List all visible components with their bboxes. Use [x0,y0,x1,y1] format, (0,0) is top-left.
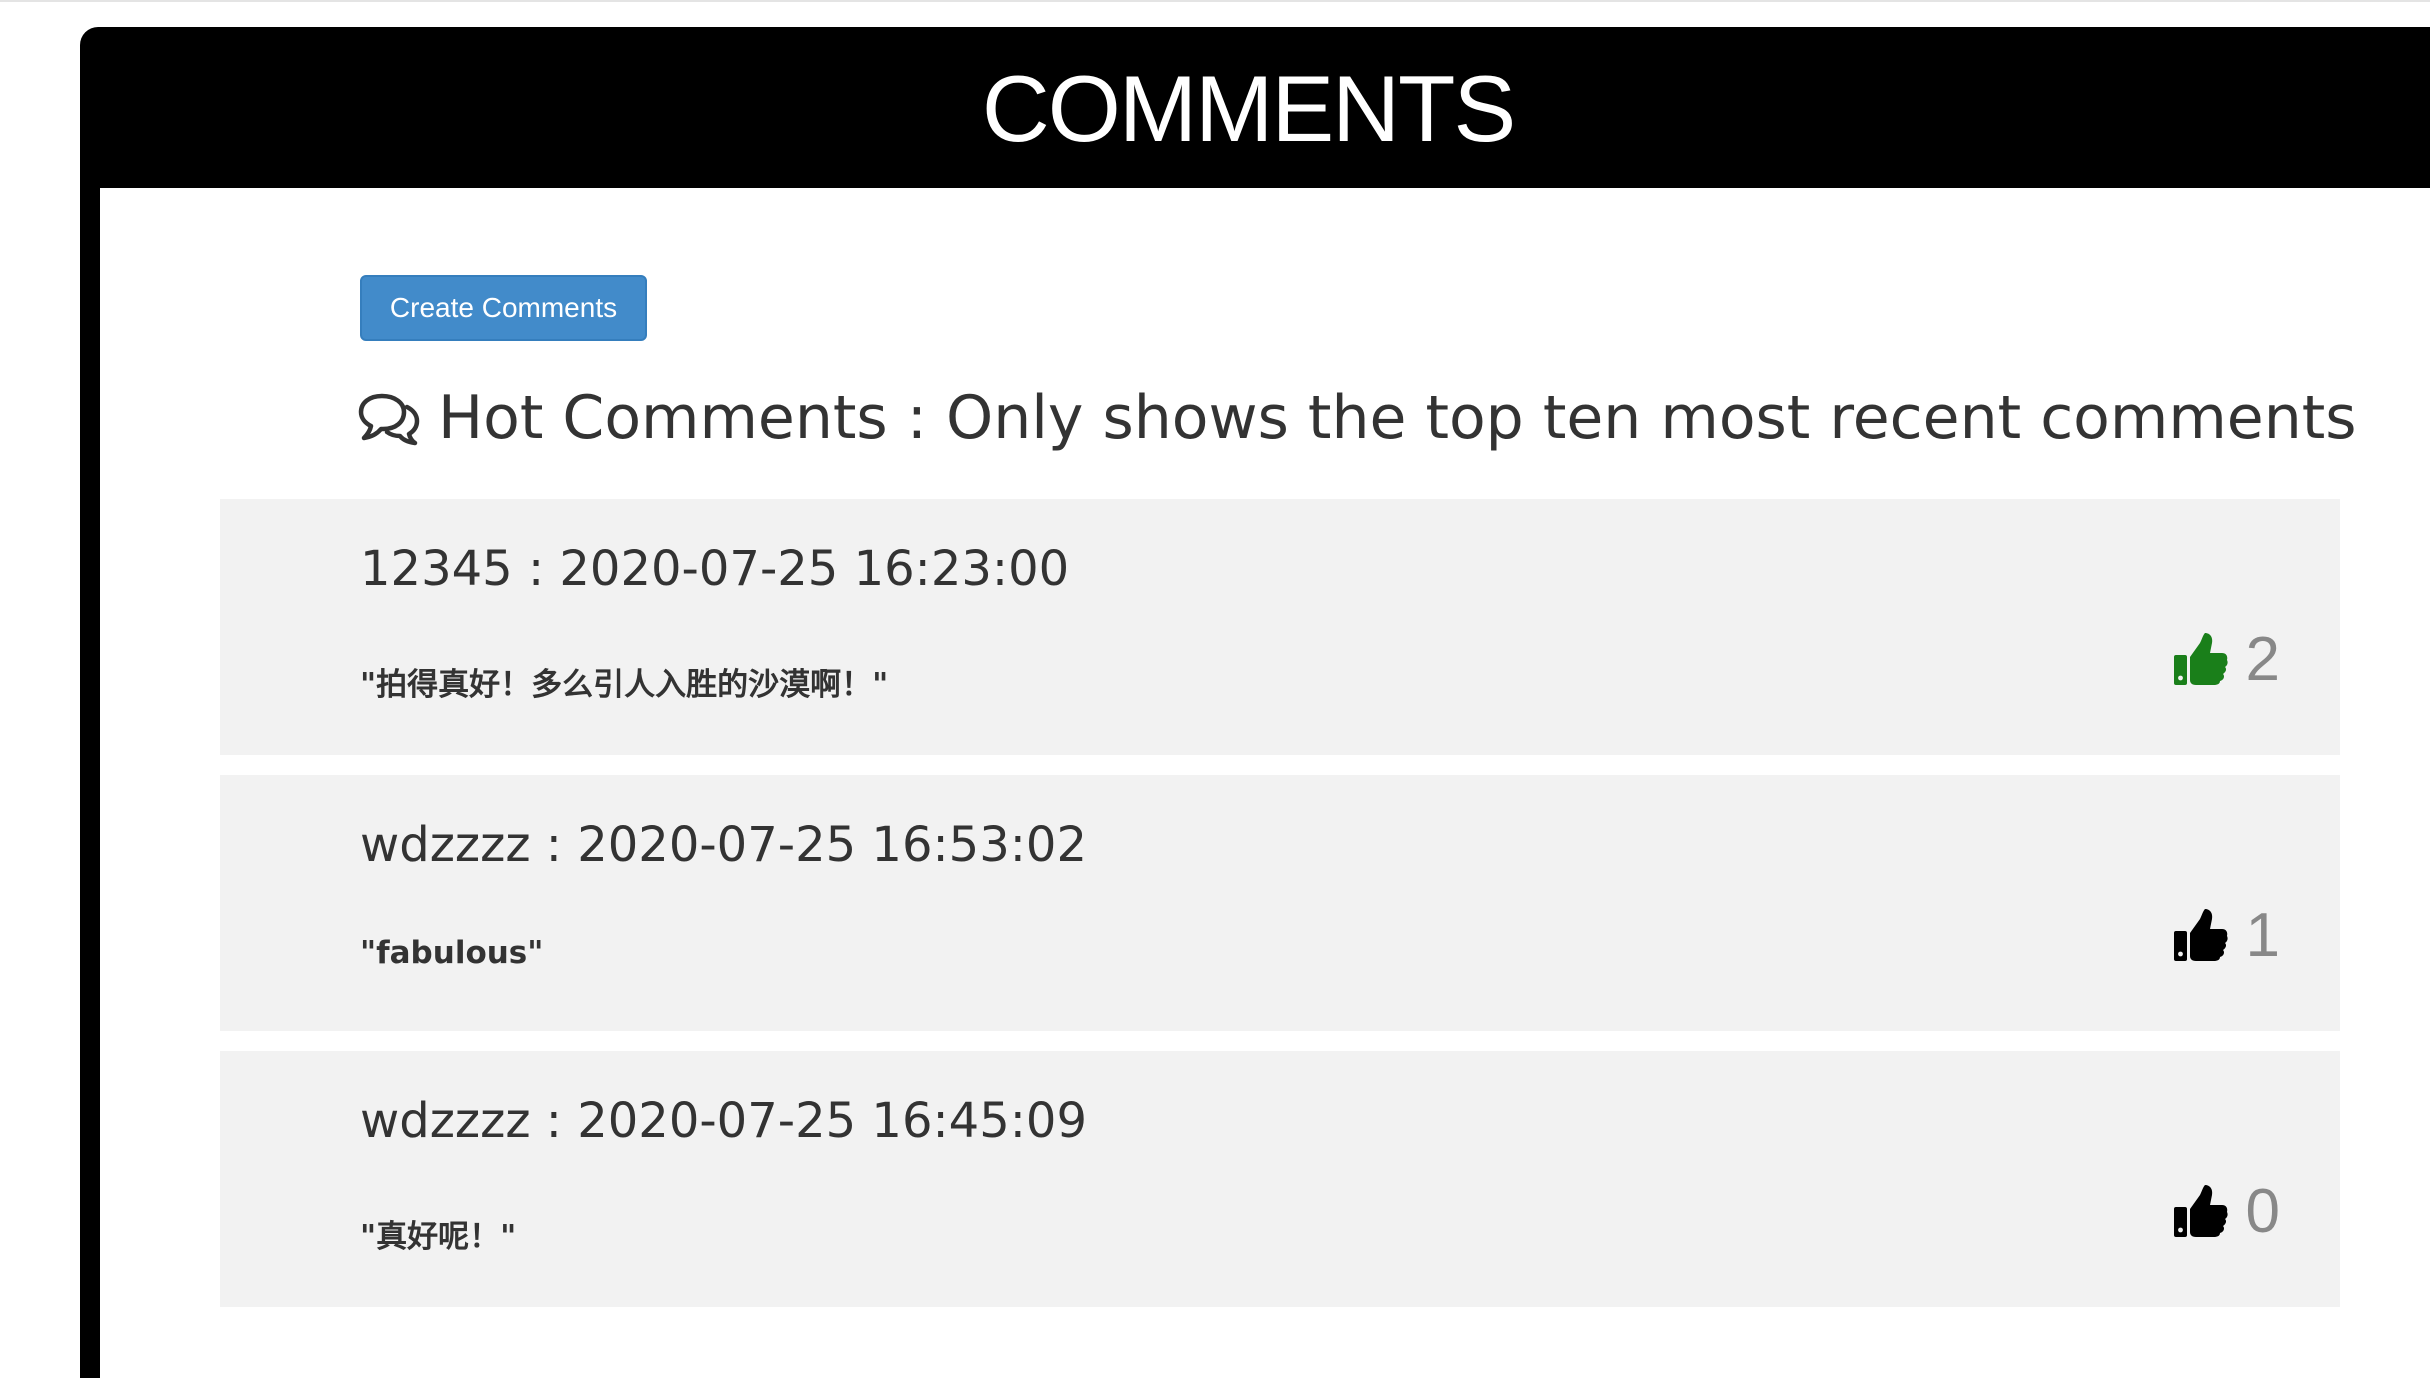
comment-card: wdzzzz : 2020-07-25 16:45:09 "真好呢！" 0 [220,1051,2340,1307]
like-count: 2 [2245,624,2280,694]
comment-author-time: wdzzzz : 2020-07-25 16:45:09 [360,1093,1087,1149]
page-title: COMMENTS [981,55,1516,161]
thumbs-up-icon[interactable] [2172,631,2228,687]
comment-text: "拍得真好！多么引人入胜的沙漠啊！" [360,667,889,703]
top-divider [0,0,2430,2]
page-header: COMMENTS [80,27,2430,188]
comment-author-time: wdzzzz : 2020-07-25 16:53:02 [360,817,1087,873]
thumbs-up-icon[interactable] [2172,907,2228,963]
thumbs-up-icon[interactable] [2172,1183,2228,1239]
comment-card: wdzzzz : 2020-07-25 16:53:02 "fabulous" … [220,775,2340,1031]
comment-author-time: 12345 : 2020-07-25 16:23:00 [360,541,1070,597]
create-comments-button[interactable]: Create Comments [360,275,647,341]
like-count: 1 [2245,900,2280,970]
comment-text: "fabulous" [360,935,544,971]
comment-card: 12345 : 2020-07-25 16:23:00 "拍得真好！多么引人入胜… [220,499,2340,755]
comments-icon [358,393,420,446]
hot-comments-heading: Hot Comments : Only shows the top ten mo… [358,373,2357,463]
like-count: 0 [2245,1176,2280,1246]
like-control: 1 [2172,901,2280,970]
comments-panel: COMMENTS Create Comments Hot Comments : … [80,27,2430,1378]
like-control: 2 [2172,625,2280,694]
comment-text: "真好呢！" [360,1219,517,1255]
hot-comments-heading-text: Hot Comments : Only shows the top ten mo… [438,383,2357,453]
comments-content: Create Comments Hot Comments : Only show… [100,188,2430,1378]
like-control: 0 [2172,1177,2280,1246]
